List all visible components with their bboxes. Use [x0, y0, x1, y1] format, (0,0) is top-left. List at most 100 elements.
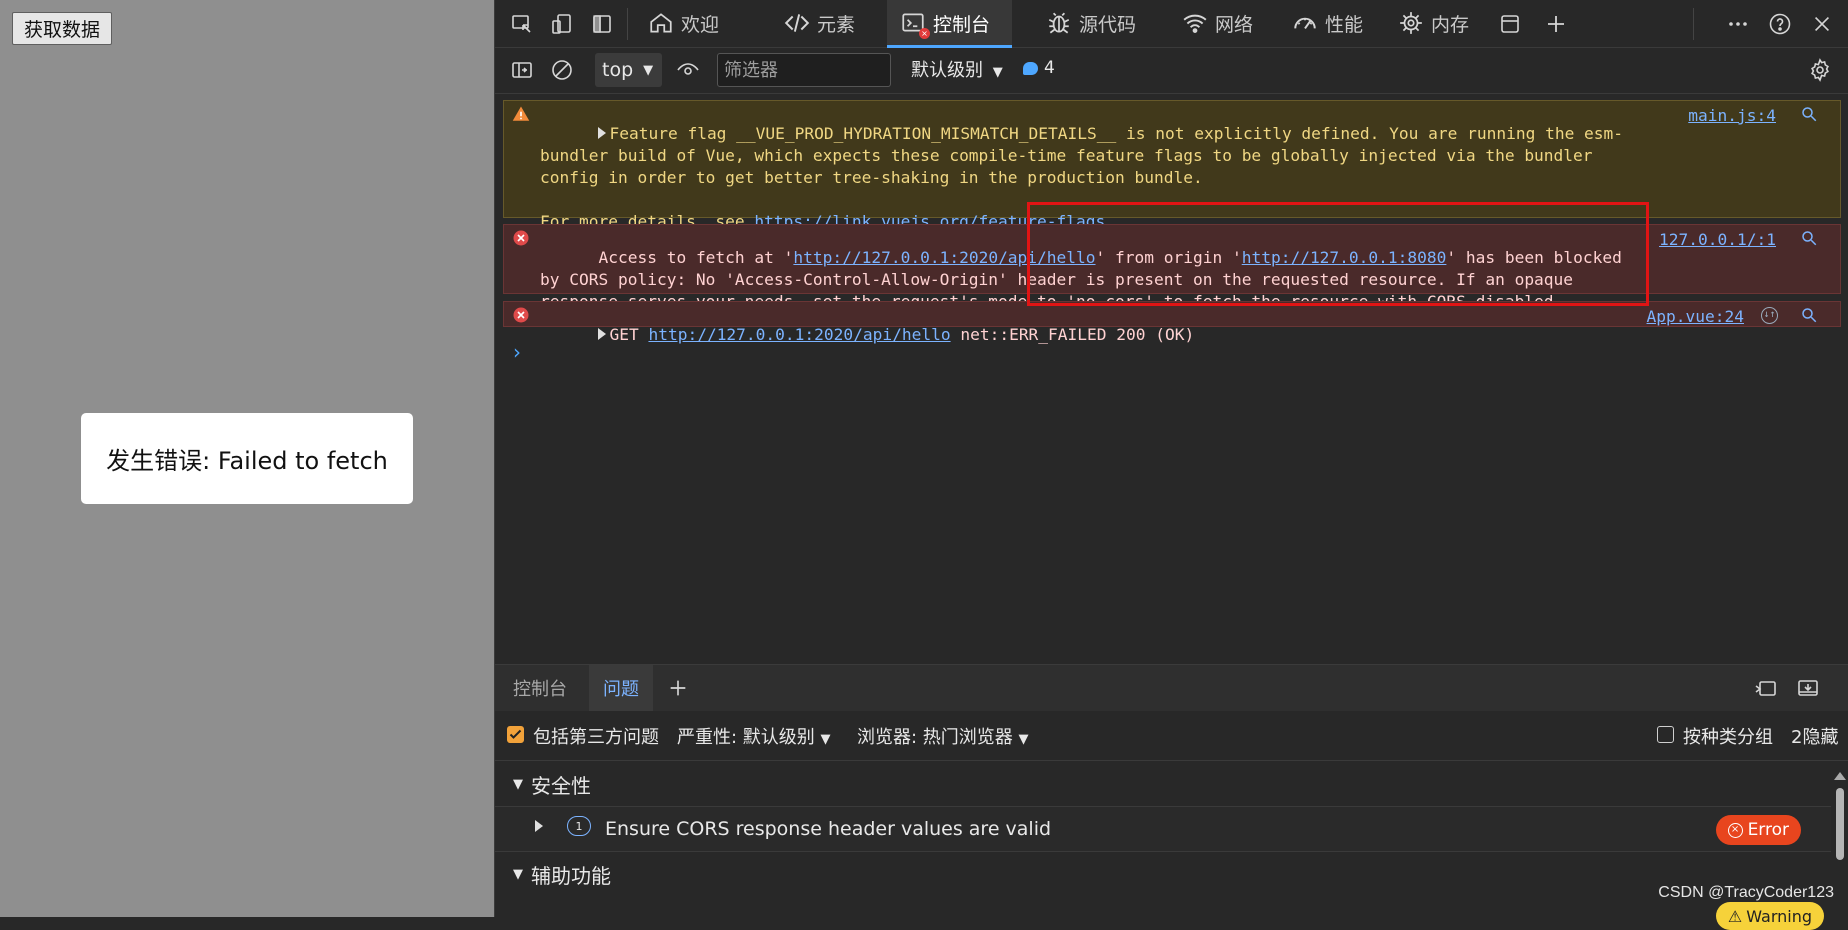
tab-label: 性能 [1325, 13, 1364, 36]
group-by-kind-label: 按种类分组 [1683, 727, 1773, 748]
drawer-tabbar: 控制台 问题 [495, 664, 1848, 711]
dock-drawer-icon[interactable] [1753, 675, 1779, 701]
error-circle-icon [512, 229, 530, 247]
tab-console[interactable]: × 控制台 [887, 0, 1013, 48]
expand-triangle-icon[interactable] [535, 820, 543, 832]
tab-memory[interactable]: 内存 [1385, 0, 1481, 46]
chevron-down-icon: ▼ [820, 732, 831, 747]
fetch-data-button[interactable]: 获取数据 [12, 12, 113, 45]
hidden-count[interactable]: 2隐藏 [1791, 723, 1838, 749]
section-accessibility[interactable]: ▼ 辅助功能 [495, 852, 1848, 896]
context-value: top [602, 59, 634, 81]
sidebar-toggle-icon[interactable] [509, 57, 535, 83]
error-message-text: 发生错误: Failed to fetch [106, 447, 388, 475]
browser-select[interactable]: 浏览器: 热门浏览器 ▼ [857, 723, 1029, 749]
message-bubble-icon [1023, 61, 1038, 75]
devtools-panel: 欢迎 元素 × 控制台 源代码 网络 性能 内存 top ▼ 筛选器 默认级别 … [494, 0, 1848, 917]
warning-badge-label: Warning [1746, 906, 1812, 926]
collapse-triangle-icon: ▼ [513, 776, 523, 792]
tab-network[interactable]: 网络 [1169, 0, 1265, 46]
warning-badge: ⚠ Warning [1715, 902, 1824, 930]
tab-elements[interactable]: 元素 [771, 0, 867, 46]
section-security-label: 安全性 [531, 773, 591, 798]
web-page: 获取数据 发生错误: Failed to fetch [0, 0, 494, 917]
warning-triangle-icon: ⚠ [1727, 906, 1743, 926]
warning-source-link[interactable]: main.js:4 [1688, 105, 1776, 127]
context-select[interactable]: top ▼ [595, 53, 662, 87]
close-devtools-icon[interactable] [1809, 11, 1835, 37]
browser-value: 浏览器: 热门浏览器 [857, 727, 1013, 748]
issue-title: Ensure CORS response header values are v… [605, 818, 1052, 840]
bug-icon [1045, 9, 1073, 37]
cors-source-link[interactable]: 127.0.0.1/:1 [1659, 229, 1776, 251]
expand-triangle-icon[interactable] [598, 127, 607, 139]
error-level-label: Error [1747, 820, 1789, 840]
tab-label: 控制台 [933, 13, 991, 36]
chevron-down-icon: ▼ [992, 65, 1003, 80]
dock-side-icon[interactable] [589, 11, 615, 37]
highlight-annotation-box [1027, 202, 1649, 306]
section-security[interactable]: ▼ 安全性 [495, 762, 1848, 806]
issue-count-badge: 1 [567, 816, 591, 836]
tab-label: 欢迎 [681, 13, 720, 36]
tab-label: 网络 [1215, 13, 1254, 36]
warning-triangle-icon [512, 105, 530, 123]
close-drawer-icon[interactable] [1795, 675, 1821, 701]
http-method: GET [609, 325, 649, 344]
tab-label: 源代码 [1079, 13, 1137, 36]
section-accessibility-label: 辅助功能 [531, 863, 611, 888]
message-count-value: 4 [1044, 58, 1055, 78]
search-icon[interactable] [1800, 306, 1818, 324]
console-icon: × [899, 9, 930, 39]
chevron-down-icon: ▼ [1018, 732, 1029, 747]
error-circle-icon: × [1727, 822, 1743, 838]
severity-value: 严重性: 默认级别 [677, 727, 815, 748]
include-third-party-checkbox[interactable] [507, 726, 524, 743]
watermark-text: CSDN @TracyCoder123 [1658, 884, 1834, 901]
tab-welcome[interactable]: 欢迎 [635, 0, 731, 46]
home-icon [647, 9, 675, 37]
tab-performance[interactable]: 性能 [1279, 0, 1375, 46]
console-output: Feature flag __VUE_PROD_HYDRATION_MISMAT… [495, 94, 1848, 664]
help-icon[interactable] [1767, 11, 1793, 37]
drawer-tab-console[interactable]: 控制台 [499, 665, 581, 711]
filter-input[interactable] [717, 53, 891, 87]
console-settings-gear-icon[interactable] [1807, 57, 1833, 83]
tab-sources[interactable]: 源代码 [1033, 0, 1148, 46]
chevron-down-icon: ▼ [643, 62, 654, 78]
issue-row[interactable]: 1 Ensure CORS response header values are… [495, 806, 1831, 852]
network-request-icon[interactable]: ↓↑ [1761, 307, 1778, 324]
get-url-link[interactable]: http://127.0.0.1:2020/api/hello [648, 325, 950, 344]
severity-select[interactable]: 严重性: 默认级别 ▼ [677, 723, 831, 749]
device-emulation-icon[interactable] [549, 11, 575, 37]
tab-window-icon[interactable] [1497, 11, 1523, 37]
message-count[interactable]: 4 [1023, 58, 1055, 78]
live-expression-eye-icon[interactable] [675, 57, 701, 83]
console-warning-message[interactable]: Feature flag __VUE_PROD_HYDRATION_MISMAT… [503, 100, 1841, 231]
drawer-tab-issues[interactable]: 问题 [589, 665, 653, 711]
search-icon[interactable] [1800, 105, 1818, 123]
clear-console-icon[interactable] [549, 57, 575, 83]
more-options-icon[interactable] [1725, 11, 1751, 37]
code-icon [783, 9, 811, 37]
get-source-link[interactable]: App.vue:24 [1647, 306, 1744, 328]
console-toolbar: top ▼ 默认级别 ▼ 4 [495, 48, 1848, 94]
expand-triangle-icon[interactable] [598, 328, 607, 340]
cors-text: Access to fetch at ' [598, 248, 794, 267]
include-third-party-label: 包括第三方问题 [533, 727, 659, 748]
get-status-text: net::ERR_FAILED 200 (OK) [950, 325, 1195, 344]
gauge-icon [1291, 9, 1319, 37]
tab-label: 内存 [1431, 13, 1470, 36]
log-level-select[interactable]: 默认级别 ▼ [911, 56, 1003, 82]
collapse-triangle-icon: ▼ [513, 866, 523, 882]
add-drawer-tab-icon[interactable] [665, 675, 691, 701]
add-tab-icon[interactable] [1543, 11, 1569, 37]
inspect-element-icon[interactable] [509, 11, 535, 37]
error-level-badge: × Error [1715, 815, 1801, 845]
error-circle-icon [512, 306, 530, 324]
console-prompt-chevron-icon[interactable]: › [513, 340, 521, 364]
issues-scrollbar[interactable] [1834, 768, 1846, 916]
search-icon[interactable] [1800, 229, 1818, 247]
group-by-kind-checkbox[interactable] [1657, 726, 1674, 743]
error-message-card: 发生错误: Failed to fetch [81, 413, 413, 504]
